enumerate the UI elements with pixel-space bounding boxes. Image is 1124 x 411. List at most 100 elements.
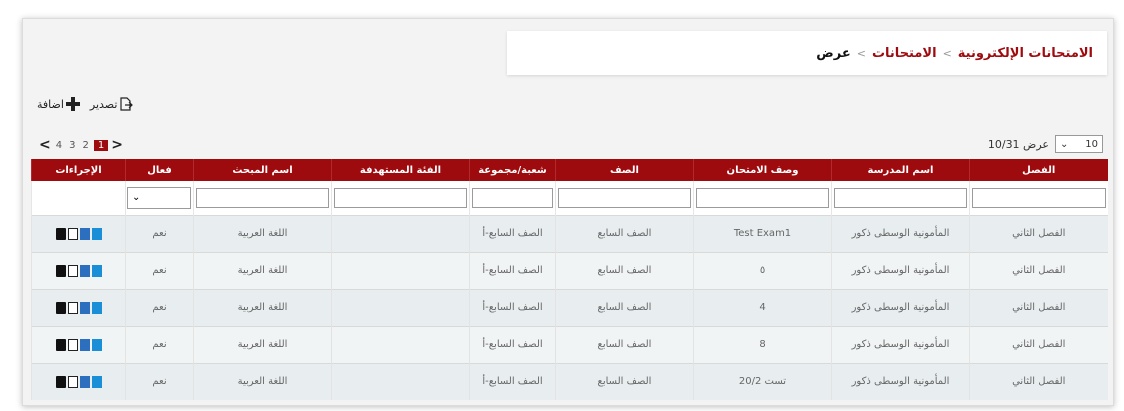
cell-exam-description: ٥: [693, 251, 832, 289]
cell-actions: [31, 325, 126, 363]
trash-icon[interactable]: [55, 301, 66, 314]
cell-active: نعم: [125, 362, 194, 400]
cell-subject: اللغة العربية: [193, 325, 332, 363]
cell-section: الصف السابع-أ: [469, 251, 556, 289]
page-size-control: عرض 10/31 ⌄ 10: [988, 135, 1103, 153]
view-icon[interactable]: [79, 375, 90, 388]
edit-icon[interactable]: [67, 227, 78, 240]
cell-active: نعم: [125, 214, 194, 252]
view-icon[interactable]: [79, 227, 90, 240]
cell-school: المأمونية الوسطى ذكور: [831, 325, 970, 363]
cell-subject: اللغة العربية: [193, 251, 332, 289]
cell-grade: الصف السابع: [555, 362, 694, 400]
cell-grade: الصف السابع: [555, 251, 694, 289]
filter-row: ⌄: [31, 181, 1108, 215]
col-header-grade[interactable]: الصف: [555, 159, 694, 181]
page-size-select[interactable]: ⌄ 10: [1055, 135, 1103, 153]
edit-icon[interactable]: [67, 301, 78, 314]
cell-grade: الصف السابع: [555, 214, 694, 252]
cell-actions: [31, 251, 126, 289]
filter-subject-input[interactable]: [196, 187, 329, 208]
cell-school: المأمونية الوسطى ذكور: [831, 251, 970, 289]
page-3-link[interactable]: 3: [67, 140, 77, 151]
doc-icon[interactable]: [91, 227, 102, 240]
plus-icon: [65, 97, 80, 111]
col-header-subject[interactable]: اسم المبحث: [193, 159, 332, 181]
table-row: الفصل الثاني المأمونية الوسطى ذكور Test Ex…: [31, 214, 1108, 252]
exams-table: الفصل اسم المدرسة وصف الامتحان الصف شعبة…: [31, 159, 1108, 400]
cell-active: نعم: [125, 325, 194, 363]
cell-semester: الفصل الثاني: [969, 288, 1108, 326]
page-info: عرض 10/31: [987, 137, 1049, 151]
edit-icon[interactable]: [67, 338, 78, 351]
filter-exam-description-input[interactable]: [696, 187, 829, 208]
col-header-actions: الإجراءات: [31, 159, 126, 181]
trash-icon[interactable]: [55, 227, 66, 240]
table-header-row: الفصل اسم المدرسة وصف الامتحان الصف شعبة…: [31, 159, 1108, 181]
col-header-school[interactable]: اسم المدرسة: [831, 159, 970, 181]
pagination-prev[interactable]: <: [39, 137, 51, 153]
cell-school: المأمونية الوسطى ذكور: [831, 214, 970, 252]
doc-icon[interactable]: [91, 264, 102, 277]
table-row: الفصل الثاني المأمونية الوسطى ذكور 8 الصف ا…: [31, 325, 1108, 363]
pagination-next[interactable]: >: [111, 137, 123, 153]
trash-icon[interactable]: [55, 264, 66, 277]
view-icon[interactable]: [79, 338, 90, 351]
filter-school-input[interactable]: [834, 187, 967, 208]
add-button[interactable]: اضافة: [37, 97, 80, 111]
cell-grade: الصف السابع: [555, 325, 694, 363]
table-row: الفصل الثاني المأمونية الوسطى ذكور 4 الصف ا…: [31, 288, 1108, 326]
cell-actions: [31, 214, 126, 252]
cell-semester: الفصل الثاني: [969, 214, 1108, 252]
table-row: الفصل الثاني المأمونية الوسطى ذكور ٥ الصف ا…: [31, 251, 1108, 289]
cell-target-group: [331, 251, 470, 289]
cell-target-group: [331, 214, 470, 252]
breadcrumb-item-electronic-exams[interactable]: الامتحانات الإلكترونية: [958, 46, 1093, 61]
cell-exam-description: Test Exam1: [693, 214, 832, 252]
doc-icon[interactable]: [91, 375, 102, 388]
breadcrumb-item-exams[interactable]: الامتحانات: [872, 46, 937, 61]
cell-section: الصف السابع-أ: [469, 214, 556, 252]
table-row: الفصل الثاني المأمونية الوسطى ذكور تست 20/…: [31, 362, 1108, 400]
cell-subject: اللغة العربية: [193, 214, 332, 252]
doc-icon[interactable]: [91, 301, 102, 314]
cell-school: المأمونية الوسطى ذكور: [831, 362, 970, 400]
cell-actions: [31, 288, 126, 326]
filter-semester-input[interactable]: [972, 187, 1106, 208]
edit-icon[interactable]: [67, 375, 78, 388]
col-header-section[interactable]: شعبة/مجموعة: [469, 159, 556, 181]
col-header-active[interactable]: فعال: [125, 159, 194, 181]
cell-target-group: [331, 362, 470, 400]
trash-icon[interactable]: [55, 338, 66, 351]
export-label: تصدير: [89, 97, 118, 111]
cell-active: نعم: [125, 251, 194, 289]
col-header-exam-description[interactable]: وصف الامتحان: [693, 159, 832, 181]
breadcrumb: الامتحانات الإلكترونية > الامتحانات > عر…: [507, 31, 1107, 75]
chevron-down-icon: ⌄: [132, 192, 141, 204]
breadcrumb-current: عرض: [816, 45, 851, 61]
page-2-link[interactable]: 2: [80, 140, 90, 151]
view-icon[interactable]: [79, 264, 90, 277]
cell-school: المأمونية الوسطى ذكور: [831, 288, 970, 326]
filter-target-group-input[interactable]: [334, 187, 467, 208]
cell-exam-description: 4: [693, 288, 832, 326]
page-4-link[interactable]: 4: [54, 140, 64, 151]
trash-icon[interactable]: [55, 375, 66, 388]
cell-active: نعم: [125, 288, 194, 326]
col-header-semester[interactable]: الفصل: [969, 159, 1108, 181]
export-button[interactable]: تصدير: [90, 97, 134, 111]
doc-icon[interactable]: [91, 338, 102, 351]
filter-section-input[interactable]: [472, 187, 553, 208]
cell-target-group: [331, 288, 470, 326]
cell-exam-description: 8: [693, 325, 832, 363]
filter-active-select[interactable]: ⌄: [127, 186, 191, 209]
chevron-down-icon: ⌄: [1060, 138, 1069, 150]
view-icon[interactable]: [79, 301, 90, 314]
add-label: اضافة: [37, 97, 64, 111]
cell-semester: الفصل الثاني: [969, 325, 1108, 363]
table-body: الفصل الثاني المأمونية الوسطى ذكور Test Ex…: [31, 214, 1108, 400]
col-header-target-group[interactable]: الفئة المستهدفة: [331, 159, 470, 181]
page-1-link[interactable]: 1: [93, 139, 109, 151]
filter-grade-input[interactable]: [558, 187, 691, 208]
edit-icon[interactable]: [67, 264, 78, 277]
